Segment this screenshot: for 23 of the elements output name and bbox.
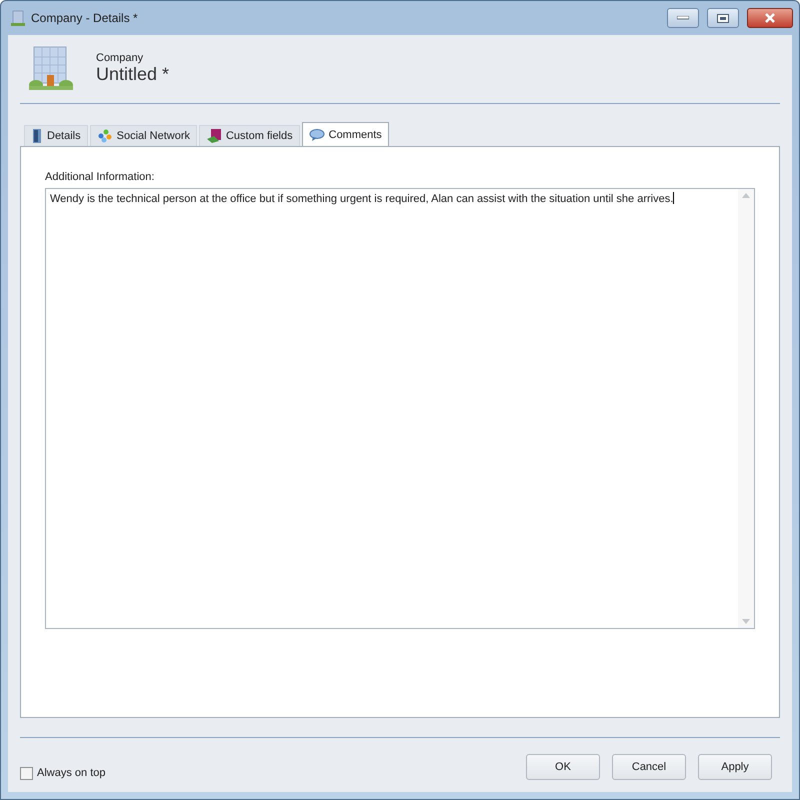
company-name: Untitled * (96, 64, 170, 84)
minimize-icon (677, 16, 689, 20)
speech-bubble-icon (308, 128, 325, 142)
close-button[interactable] (747, 8, 793, 28)
checkbox[interactable] (20, 766, 33, 780)
window-title: Company - Details * (31, 11, 139, 25)
header-caption: Company (96, 52, 144, 64)
dialog-button[interactable]: OK (526, 754, 600, 780)
tab[interactable]: Details (24, 125, 88, 146)
field-label: Additional Information: (45, 171, 156, 183)
dialog-button[interactable]: Apply (698, 754, 772, 780)
building-icon (11, 10, 25, 26)
building-icon (28, 45, 74, 91)
dialog-button[interactable]: Cancel (612, 754, 686, 780)
minimize-button[interactable] (667, 8, 699, 28)
tab[interactable]: Comments (302, 122, 389, 146)
checkbox-label[interactable]: Always on top (37, 767, 106, 779)
maximize-icon (717, 14, 729, 22)
tab[interactable]: Social Network (90, 125, 197, 146)
door-icon (31, 128, 43, 144)
maximize-button[interactable] (707, 8, 739, 28)
close-icon (764, 13, 776, 23)
tab[interactable]: Custom fields (198, 125, 300, 146)
